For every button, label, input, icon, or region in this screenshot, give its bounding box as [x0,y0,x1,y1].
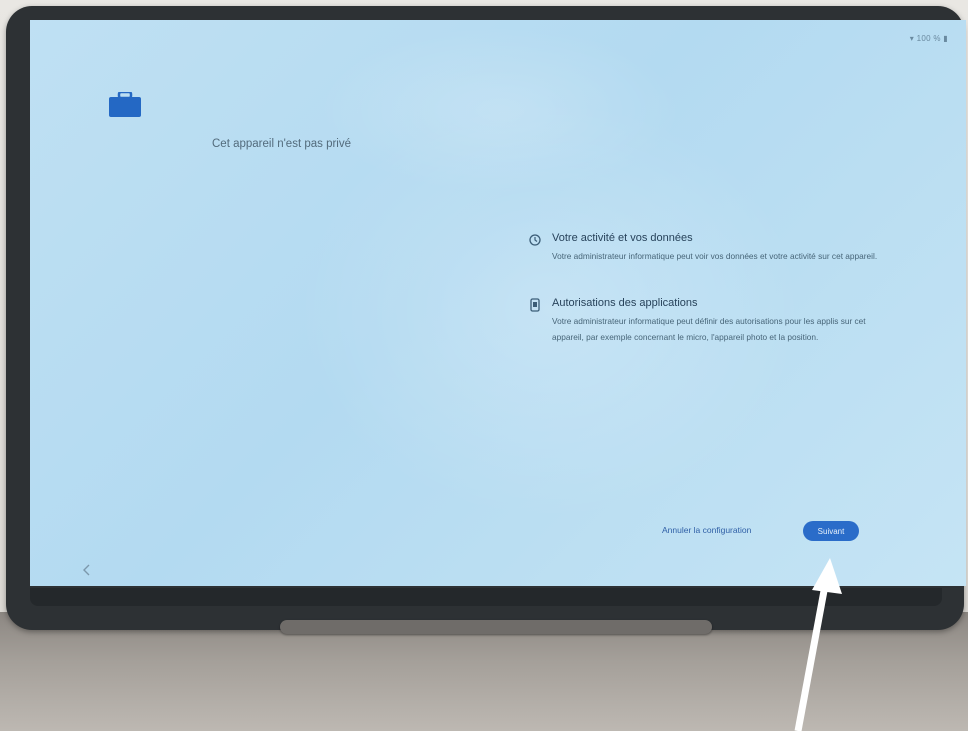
info-description: Votre administrateur informatique peut v… [552,251,878,261]
battery-icon: ▮ [943,34,948,43]
next-button[interactable]: Suivant [803,521,859,541]
info-description: Votre administrateur informatique peut d… [552,316,866,342]
history-icon [529,234,541,246]
info-title: Votre activité et vos données [552,232,693,244]
phone-icon [530,298,540,312]
wifi-icon: ▾ [909,34,915,43]
cancel-setup-button[interactable]: Annuler la configuration [662,525,751,535]
tablet-kickstand [280,620,712,634]
page-title: Cet appareil n'est pas privé [212,138,351,150]
status-bar: ▾ 100 % ▮ [910,34,948,43]
back-chevron-icon[interactable] [82,564,92,576]
info-title: Autorisations des applications [552,297,698,309]
tablet-bezel-bottom [30,588,942,606]
briefcase-icon [109,92,141,117]
setup-screen: ▾ 100 % ▮ Cet appareil n'est pas privé V… [30,20,966,586]
battery-level: 100 % [916,34,941,43]
